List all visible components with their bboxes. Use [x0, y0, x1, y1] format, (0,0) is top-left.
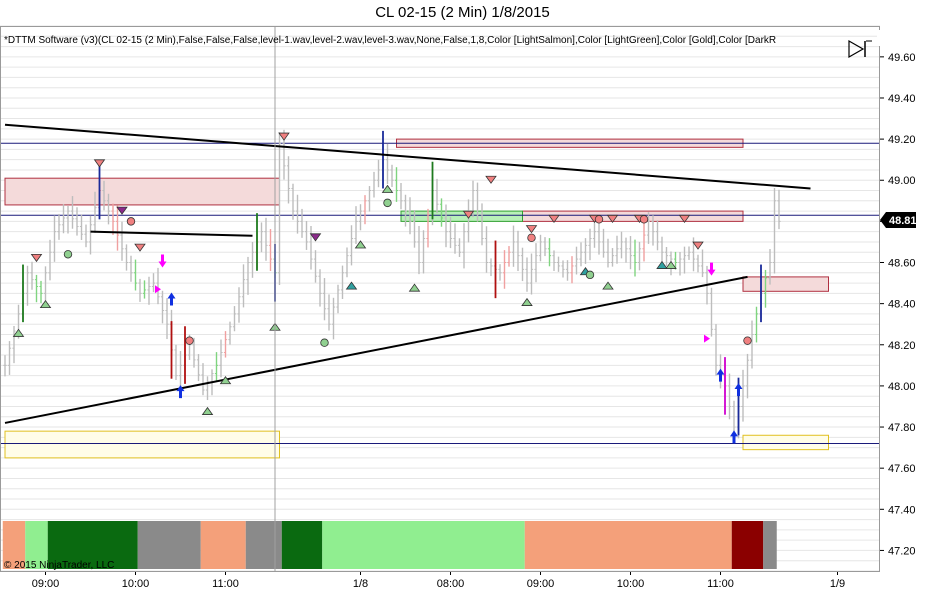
last-price-marker: 48.81 — [880, 212, 917, 228]
x-tick-label: 09:00 — [32, 578, 60, 590]
x-tick-label: 11:00 — [212, 578, 239, 590]
y-tick-label: 48.20 — [888, 340, 916, 352]
y-tick-label: 49.40 — [888, 93, 916, 105]
signal-circle — [594, 215, 604, 224]
price-axis[interactable]: 49.6049.4049.2049.0048.8048.6048.4048.20… — [880, 52, 916, 558]
price-chart[interactable]: 49.6049.4049.2049.0048.8048.6048.4048.20… — [0, 0, 925, 616]
copyright-text: © 2015 NinjaTrader, LLC — [4, 560, 114, 571]
x-tick-label: 10:00 — [617, 578, 645, 590]
indicator-band-segment — [245, 521, 282, 569]
red-zone — [742, 276, 829, 292]
red-zone — [4, 177, 280, 206]
signal-circle — [527, 233, 536, 243]
plot-area[interactable] — [0, 26, 880, 571]
signal-circle — [126, 217, 136, 226]
y-tick-label: 48.40 — [888, 299, 916, 311]
time-axis[interactable]: 09:00 10:00 11:00 1/8 08:00 09:00 10:00 11:00 1/… — [32, 571, 845, 590]
indicator-band-segment — [281, 521, 323, 569]
y-tick-label: 47.80 — [888, 422, 916, 434]
signal-circle — [639, 215, 649, 224]
indicator-band-segment — [763, 521, 777, 569]
indicator-band-segment — [322, 521, 525, 569]
x-tick-label: 09:00 — [527, 578, 555, 590]
signal-circle — [320, 338, 329, 347]
y-tick-label: 47.40 — [888, 504, 916, 516]
x-tick-label: 10:00 — [122, 578, 150, 590]
indicator-band-segment — [137, 521, 201, 569]
last-price-label: 48.81 — [889, 215, 917, 227]
x-tick-label: 11:00 — [707, 578, 734, 590]
indicator-band-segment — [200, 521, 246, 569]
indicator-label-mask — [877, 30, 925, 46]
indicator-band-segment — [524, 521, 732, 569]
signal-circle — [185, 336, 194, 345]
green-zone — [400, 210, 523, 222]
indicator-label: *DTTM Software (v3)(CL 02-15 (2 Min),Fal… — [4, 35, 776, 46]
signal-circle — [63, 250, 73, 259]
indicator-panel — [2, 521, 777, 569]
y-tick-label: 47.60 — [888, 463, 916, 475]
y-tick-label: 48.60 — [888, 258, 916, 270]
y-tick-label: 47.20 — [888, 545, 916, 557]
signal-circle — [743, 336, 752, 345]
gold-zone — [4, 430, 280, 459]
indicator-band-segment — [731, 521, 764, 569]
y-tick-label: 49.00 — [888, 175, 916, 187]
signal-circle — [383, 198, 392, 208]
gold-zone — [742, 434, 829, 451]
x-tick-label: 1/8 — [353, 578, 368, 590]
y-tick-label: 49.20 — [888, 134, 916, 146]
y-tick-label: 48.00 — [888, 381, 916, 393]
x-tick-label: 08:00 — [437, 578, 465, 590]
signal-circle — [585, 270, 595, 280]
y-tick-label: 49.60 — [888, 52, 916, 64]
x-tick-label: 1/9 — [830, 578, 845, 590]
